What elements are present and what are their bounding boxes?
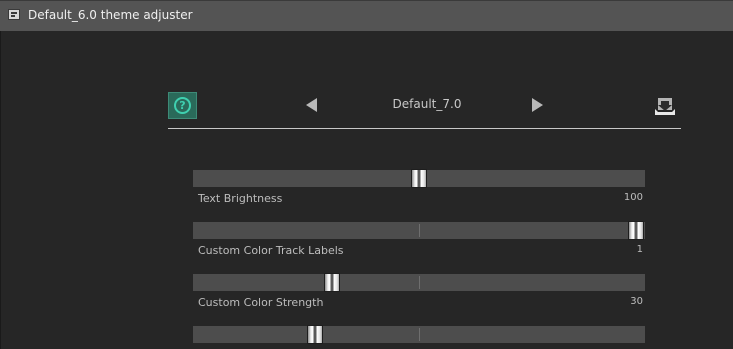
slider-handle[interactable] — [628, 221, 644, 240]
theme-name: Default_7.0 — [392, 97, 462, 111]
custom-color-track-labels-slider[interactable] — [193, 221, 645, 240]
title-bar-top-edge — [0, 0, 733, 1]
text-brightness-slider[interactable] — [193, 169, 645, 188]
slider-label-text-brightness: Text Brightness — [198, 192, 283, 205]
slider-center-tick — [419, 224, 420, 237]
slider-handle[interactable] — [306, 325, 323, 344]
window-title: Default_6.0 theme adjuster — [28, 8, 193, 22]
window-app-icon — [8, 9, 20, 20]
question-circle-icon: ? — [174, 97, 191, 114]
previous-theme-icon[interactable] — [306, 98, 317, 112]
theme-adjuster-panel — [0, 31, 733, 349]
fourth-slider[interactable] — [193, 325, 645, 344]
header-divider — [168, 128, 681, 129]
slider-value-custom-color-strength: 30 — [630, 296, 643, 307]
slider-value-custom-color-track-labels: 1 — [636, 244, 643, 255]
slider-label-custom-color-strength: Custom Color Strength — [198, 296, 324, 309]
slider-value-text-brightness: 100 — [623, 192, 643, 203]
help-button[interactable]: ? — [168, 92, 197, 119]
slider-center-tick — [419, 328, 420, 341]
title-bar[interactable]: Default_6.0 theme adjuster — [0, 0, 733, 31]
slider-center-tick — [419, 276, 420, 289]
slider-label-custom-color-track-labels: Custom Color Track Labels — [198, 244, 344, 257]
download-tray-icon[interactable] — [655, 95, 677, 117]
slider-handle[interactable] — [324, 273, 341, 292]
custom-color-strength-slider[interactable] — [193, 273, 645, 292]
next-theme-icon[interactable] — [532, 98, 543, 112]
slider-handle[interactable] — [411, 169, 427, 188]
